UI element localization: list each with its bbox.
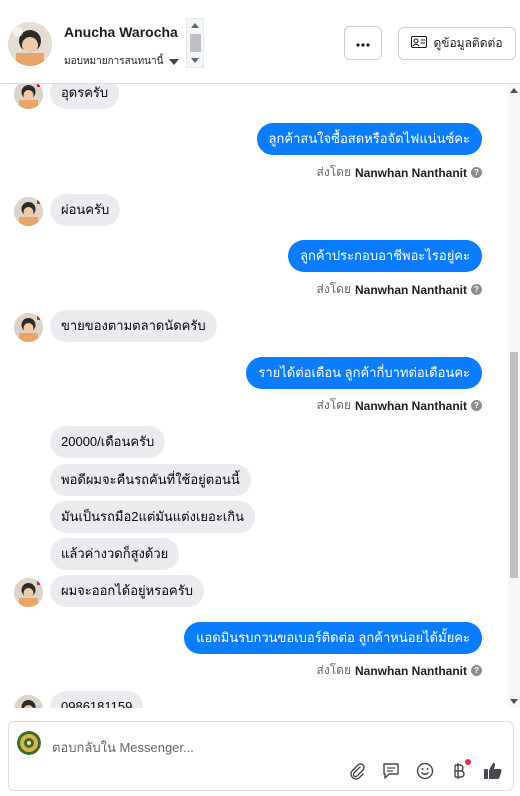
incoming-message[interactable]: มันเป็นรถมือ2แต่มันแต่งเยอะเกิน: [50, 501, 255, 533]
sent-by-name[interactable]: Nanwhan Nanthanit: [355, 664, 467, 678]
scroll-down-arrow-icon[interactable]: [191, 58, 199, 63]
view-contact-info-button[interactable]: ดูข้อมูลติดต่อ: [398, 27, 516, 60]
header-scrollbar[interactable]: [186, 18, 204, 68]
contact-avatar[interactable]: [8, 22, 52, 66]
incoming-message[interactable]: ขายของตามตลาดนัดครับ: [50, 310, 217, 342]
incoming-message[interactable]: แล้วค่างวดก็สูงด้วย: [50, 538, 180, 570]
composer-toolbar: [347, 759, 503, 781]
page-avatar: [17, 731, 41, 755]
more-options-button[interactable]: [344, 26, 382, 60]
payment-baht-icon[interactable]: [449, 759, 471, 781]
sent-by-line: ส่งโดย Nanwhan Nanthanit ?: [317, 396, 482, 415]
sent-by-prefix: ส่งโดย: [316, 398, 351, 412]
outgoing-message[interactable]: แอดมินรบกวนขอเบอร์ติดต่อ ลูกค้าหน่อยได้ม…: [184, 622, 482, 654]
info-icon[interactable]: ?: [471, 665, 482, 676]
conversation-header: Anucha Warocha มอบหมายการสนทนานี้ ดูข้อม…: [0, 0, 520, 84]
thumbs-up-icon[interactable]: [483, 761, 503, 781]
contact-avatar-small[interactable]: [14, 578, 43, 607]
message-thread[interactable]: อุดรครับ ลูกค้าสนใจซื้อสดหรือจัดไฟแน่นซ์…: [0, 84, 520, 708]
contact-name[interactable]: Anucha Warocha: [64, 24, 178, 40]
assign-label: มอบหมายการสนทนานี้: [64, 55, 164, 67]
sent-by-prefix: ส่งโดย: [316, 282, 351, 296]
sent-by-line: ส่งโดย Nanwhan Nanthanit ?: [317, 661, 482, 680]
incoming-message[interactable]: พอดีผมจะคืนรถคันที่ใช้อยู่ตอนนี้: [50, 464, 251, 496]
outgoing-message[interactable]: รายได้ต่อเดือน ลูกค้ากี่บาทต่อเดือนคะ: [246, 357, 482, 389]
info-icon[interactable]: ?: [471, 284, 482, 295]
caret-down-icon: [169, 52, 180, 70]
reply-input[interactable]: ตอบกลับใน Messenger...: [52, 737, 194, 758]
contact-avatar-small[interactable]: [14, 197, 43, 226]
notification-dot: [465, 759, 471, 765]
saved-replies-icon[interactable]: [381, 761, 401, 781]
scroll-down-arrow-icon[interactable]: [510, 699, 518, 704]
scroll-thumb[interactable]: [510, 352, 518, 578]
sent-by-name[interactable]: Nanwhan Nanthanit: [355, 399, 467, 413]
sent-by-line: ส่งโดย Nanwhan Nanthanit ?: [317, 163, 482, 182]
contact-avatar-small[interactable]: [14, 313, 43, 342]
scroll-up-arrow-icon[interactable]: [191, 23, 199, 28]
info-icon[interactable]: ?: [471, 400, 482, 411]
outgoing-message[interactable]: ลูกค้าสนใจซื้อสดหรือจัดไฟแน่นซ์คะ: [256, 123, 482, 155]
contact-avatar-small[interactable]: [14, 695, 43, 708]
contact-card-icon: [411, 36, 428, 51]
sent-by-name[interactable]: Nanwhan Nanthanit: [355, 166, 467, 180]
sent-by-prefix: ส่งโดย: [316, 663, 351, 677]
incoming-message[interactable]: ผ่อนครับ: [50, 194, 121, 226]
emoji-icon[interactable]: [415, 761, 435, 781]
sent-by-line: ส่งโดย Nanwhan Nanthanit ?: [317, 280, 482, 299]
info-icon[interactable]: ?: [471, 167, 482, 178]
assign-conversation-dropdown[interactable]: มอบหมายการสนทนานี้: [64, 52, 180, 70]
incoming-message[interactable]: ผมจะออกได้อยู่หรอครับ: [50, 575, 204, 607]
outgoing-message[interactable]: ลูกค้าประกอบอาชีพอะไรอยู่คะ: [288, 240, 482, 272]
scroll-thumb[interactable]: [190, 34, 201, 52]
contact-avatar-small[interactable]: [14, 84, 43, 109]
scroll-up-arrow-icon[interactable]: [510, 88, 518, 93]
sent-by-name[interactable]: Nanwhan Nanthanit: [355, 283, 467, 297]
incoming-message[interactable]: 20000/เดือนครับ: [50, 426, 166, 458]
ellipsis-icon: [356, 34, 370, 52]
thread-scrollbar[interactable]: [508, 84, 520, 708]
attachment-icon[interactable]: [347, 761, 367, 781]
incoming-message[interactable]: 0986181159: [50, 691, 144, 708]
reply-composer[interactable]: ตอบกลับใน Messenger...: [8, 721, 514, 791]
sent-by-prefix: ส่งโดย: [316, 165, 351, 179]
incoming-message[interactable]: อุดรครับ: [50, 84, 120, 109]
view-contact-info-label: ดูข้อมูลติดต่อ: [433, 36, 503, 50]
